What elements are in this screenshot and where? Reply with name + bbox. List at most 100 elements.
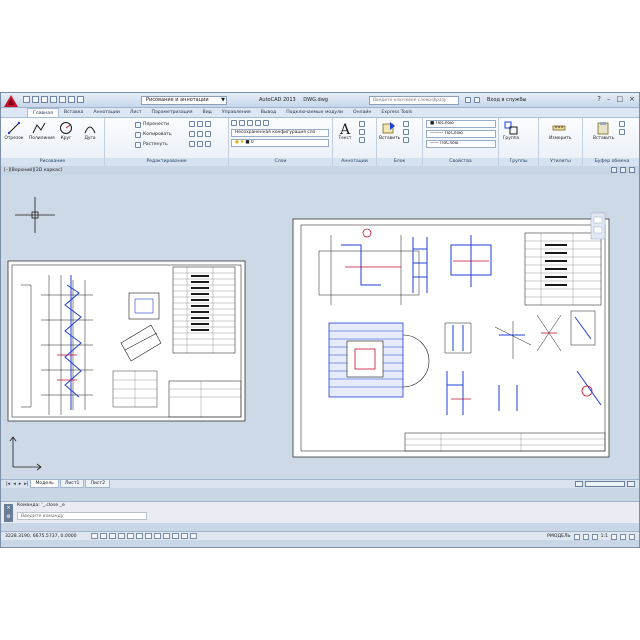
command-line-grip[interactable]: × ⚙ (4, 504, 13, 522)
workspace-switch-icon[interactable] (611, 533, 617, 540)
layer-state-select[interactable]: Несохраненная конфигурация сло (231, 129, 329, 137)
navigation-bar[interactable] (590, 212, 606, 240)
coordinates-readout[interactable]: 3228.3190, 6675.5737, 0.0000 (5, 533, 77, 540)
dimension-icon[interactable] (359, 121, 365, 127)
autocad-logo-icon[interactable] (3, 94, 19, 108)
properties-panel-title[interactable]: Свойства (423, 158, 498, 166)
grid-toggle-icon[interactable] (100, 533, 107, 539)
new-icon[interactable] (23, 96, 30, 103)
osnap-toggle-icon[interactable] (127, 533, 134, 539)
edit-block-icon[interactable] (403, 129, 409, 135)
cut-icon[interactable] (619, 121, 625, 127)
layer-freeze-icon[interactable] (255, 120, 261, 126)
tab-home[interactable]: Главная (27, 108, 59, 117)
leader-icon[interactable] (359, 129, 365, 135)
rotate-tool[interactable] (189, 121, 211, 127)
user-icon[interactable] (474, 97, 480, 103)
text-tool[interactable]: A Текст (335, 121, 355, 141)
block-attribute-icon[interactable] (403, 137, 409, 143)
tab-layout1[interactable]: Лист1 (59, 480, 85, 488)
prev-tab-icon[interactable]: ◂ (12, 480, 17, 488)
polyline-tool[interactable]: Полилиния (29, 121, 55, 141)
table-icon[interactable] (359, 137, 365, 143)
groups-panel-title[interactable]: Группы (499, 158, 538, 166)
utilities-panel-title[interactable]: Утилиты (539, 158, 582, 166)
layers-panel-title[interactable]: Слои (229, 158, 332, 166)
measure-tool[interactable]: Измерить (549, 121, 571, 141)
tab-layout[interactable]: Лист (125, 108, 147, 117)
save-as-icon[interactable] (50, 96, 57, 103)
layout-view-icon[interactable] (573, 533, 580, 540)
tab-insert[interactable]: Вставка (59, 108, 88, 117)
layer-isolate-icon[interactable] (247, 120, 253, 126)
viewport-label[interactable]: [–][Верхний][2D каркас] (4, 168, 62, 173)
insert-block-tool[interactable]: Вставить (379, 121, 400, 141)
search-input[interactable]: Введите ключевое слово/фразу (369, 96, 459, 105)
transparency-toggle-icon[interactable] (172, 533, 179, 539)
polar-toggle-icon[interactable] (118, 533, 125, 539)
drawing-minimize-icon[interactable] (611, 167, 617, 173)
linetype-select[interactable]: ——— ПоСлою (426, 130, 496, 138)
undo-icon[interactable] (68, 96, 75, 103)
sign-in-button[interactable]: Вход в службы (487, 97, 526, 103)
zoom-icon[interactable] (591, 533, 598, 540)
maximize-icon[interactable]: □ (617, 95, 624, 104)
ortho-toggle-icon[interactable] (109, 533, 116, 539)
scroll-right-icon[interactable] (627, 481, 635, 487)
close-icon[interactable]: × (629, 95, 635, 104)
otrack-toggle-icon[interactable] (136, 533, 143, 539)
scale-tool[interactable] (189, 141, 211, 147)
binoculars-icon[interactable] (465, 97, 471, 103)
open-icon[interactable] (32, 96, 39, 103)
tab-annotate[interactable]: Аннотации (88, 108, 125, 117)
move-tool[interactable]: Перенести (135, 121, 169, 128)
tab-express-tools[interactable]: Express Tools (376, 108, 417, 117)
paste-tool[interactable]: Вставить (593, 121, 614, 141)
stretch-tool[interactable]: Растянуть (135, 141, 168, 148)
circle-tool[interactable]: Круг (56, 121, 76, 141)
tab-view[interactable]: Вид (198, 108, 217, 117)
layer-lock-icon[interactable] (263, 120, 269, 126)
first-tab-icon[interactable]: |◂ (5, 480, 11, 488)
color-select[interactable]: ■ ПоСлою (426, 120, 496, 128)
last-tab-icon[interactable]: ▸| (23, 480, 29, 488)
modify-panel-title[interactable]: Редактирование (105, 158, 228, 166)
mirror-tool[interactable] (189, 131, 211, 137)
create-block-icon[interactable] (403, 121, 409, 127)
block-panel-title[interactable]: Блок (377, 158, 422, 166)
workspace-select[interactable]: Рисование и аннотации ▼ (141, 96, 227, 105)
copy-tool[interactable]: Копировать (135, 131, 172, 138)
drawing-restore-icon[interactable] (620, 167, 626, 173)
model-space-button[interactable]: РМОДЕЛЬ (547, 533, 570, 540)
pan-icon[interactable] (582, 533, 589, 540)
fullscreen-icon[interactable] (629, 533, 635, 540)
lineweight-select[interactable]: —— ПоСлою (426, 140, 496, 148)
next-tab-icon[interactable]: ▸ (18, 480, 23, 488)
annotation-scale[interactable]: 1:1 (601, 533, 608, 540)
selection-cycling-toggle-icon[interactable] (190, 533, 197, 539)
minimize-icon[interactable]: – (607, 95, 611, 104)
save-icon[interactable] (41, 96, 48, 103)
scroll-bar[interactable] (585, 481, 625, 487)
annotation-panel-title[interactable]: Аннотации (333, 158, 376, 166)
lock-icon[interactable] (620, 533, 626, 540)
command-input[interactable]: Введите команду (17, 512, 147, 520)
draw-panel-title[interactable]: Рисование (1, 158, 104, 166)
layer-off-icon[interactable] (239, 120, 245, 126)
copy-clip-icon[interactable] (619, 129, 625, 135)
current-layer-select[interactable]: ● ✹ ■ 0 (231, 139, 329, 147)
dyn-toggle-icon[interactable] (154, 533, 161, 539)
tab-plugins[interactable]: Подключаемые модули (281, 108, 348, 117)
group-tool[interactable]: Группа (501, 121, 521, 141)
help-icon[interactable]: ? (597, 95, 601, 104)
snap-toggle-icon[interactable] (91, 533, 98, 539)
lineweight-toggle-icon[interactable] (163, 533, 170, 539)
print-icon[interactable] (59, 96, 66, 103)
tab-manage[interactable]: Управление (217, 108, 256, 117)
tab-model[interactable]: Модель (30, 480, 59, 488)
layer-properties-icon[interactable] (231, 120, 237, 126)
tab-output[interactable]: Вывод (256, 108, 281, 117)
tab-layout2[interactable]: Лист2 (85, 480, 111, 488)
drawing-canvas[interactable] (1, 175, 639, 479)
scroll-left-icon[interactable] (575, 481, 583, 487)
